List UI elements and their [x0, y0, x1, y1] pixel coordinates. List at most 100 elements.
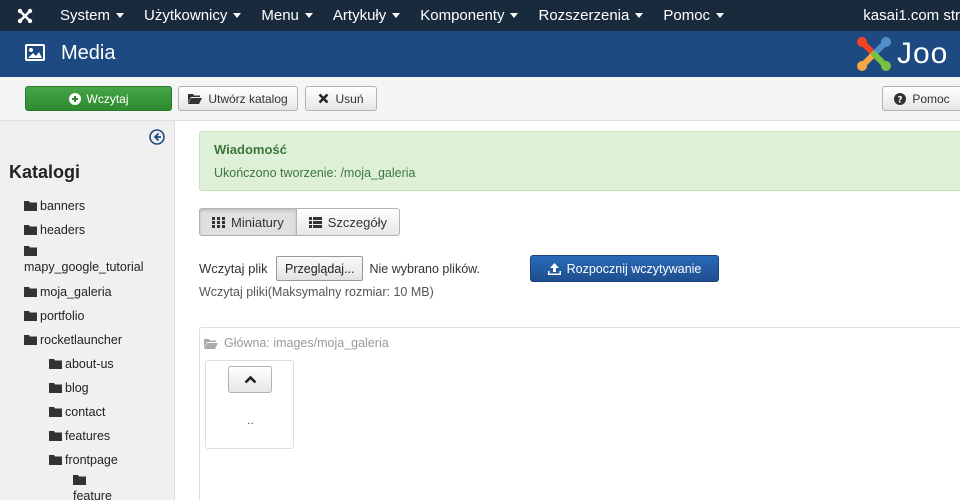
folder-label: features [65, 429, 111, 443]
sidebar-title: Katalogi [9, 162, 81, 182]
thumbnails-label: Miniatury [231, 214, 284, 230]
caret-down-icon [635, 13, 644, 18]
breadcrumb-path: Główna: images/moja_galeria [224, 336, 389, 350]
upload-file-label: Wczytaj plik [199, 261, 268, 276]
upload-button[interactable]: Wczytaj [25, 86, 172, 111]
folder-icon [49, 407, 62, 417]
arrow-circle-left-icon[interactable] [149, 129, 165, 145]
folder-item-frontpage[interactable]: frontpage [49, 453, 118, 467]
nav-menu-label: Rozszerzenia [538, 7, 630, 24]
folder-item-headers[interactable]: headers [24, 223, 85, 237]
folder-label: contact [65, 405, 106, 419]
folder-icon [24, 201, 37, 211]
nav-menu-label: Artykuły [332, 7, 387, 24]
folder-item-about-us[interactable]: about-us [49, 357, 114, 371]
nav-menu-articles[interactable]: Artykuły [323, 0, 410, 31]
nav-menu-label: Komponenty [420, 7, 505, 24]
file-input: Przeglądaj... Nie wybrano plików. [276, 256, 480, 281]
success-alert: Wiadomość Ukończono tworzenie: /moja_gal… [199, 131, 960, 191]
nav-menu-system[interactable]: System [50, 0, 134, 31]
folder-label: about-us [65, 357, 114, 371]
folder-item-features[interactable]: features [49, 429, 110, 443]
folder-item-portfolio[interactable]: portfolio [24, 309, 84, 323]
folder-up-button[interactable] [228, 366, 272, 393]
folder-item-contact[interactable]: contact [49, 405, 105, 419]
folder-icon [24, 311, 37, 321]
nav-menu-menu[interactable]: Menu [251, 0, 323, 31]
brand-text: Joo [897, 37, 949, 70]
folder-icon [24, 225, 37, 235]
details-label: Szczegóły [327, 214, 387, 230]
nav-menu-label: Pomoc [663, 7, 711, 24]
close-icon [318, 93, 329, 104]
upload-hint: Wczytaj pliki(Maksymalny rozmiar: 10 MB) [199, 285, 434, 299]
folder-open-icon [188, 93, 203, 104]
folder-icon [24, 287, 37, 297]
nav-menu-label: System [60, 7, 111, 24]
media-browser: Główna: images/moja_galeria .. [199, 327, 960, 500]
folder-item-rocketlauncher[interactable]: rocketlauncher [24, 333, 122, 347]
nav-menu-users[interactable]: Użytkownicy [134, 0, 251, 31]
breadcrumb: Główna: images/moja_galeria [204, 336, 389, 350]
details-view-button[interactable]: Szczegóły [296, 208, 400, 236]
caret-down-icon [716, 13, 725, 18]
sidebar: Katalogi banners headers mapy_google_tut… [0, 121, 175, 500]
alert-message: Ukończono tworzenie: /moja_galeria [214, 166, 416, 180]
folder-open-icon [204, 338, 218, 349]
caret-down-icon [392, 13, 401, 18]
nav-menu-label: Użytkownicy [144, 7, 228, 24]
caret-down-icon [304, 13, 313, 18]
create-folder-label: Utwórz katalog [208, 91, 288, 106]
upload-icon [547, 262, 561, 275]
folder-label: banners [40, 199, 86, 213]
question-circle-icon: ? [894, 92, 907, 105]
folder-up-label: .. [247, 413, 254, 427]
thumbnails-view-button[interactable]: Miniatury [199, 208, 297, 236]
upload-button-label: Wczytaj [86, 91, 129, 106]
folder-item-blog[interactable]: blog [49, 381, 89, 395]
folder-label: blog [65, 381, 89, 395]
svg-text:?: ? [898, 95, 903, 105]
folder-label: moja_galeria [40, 285, 112, 299]
help-button[interactable]: ? Pomoc [882, 86, 960, 111]
page-header: Media Joo [0, 31, 960, 77]
nav-menu-components[interactable]: Komponenty [410, 0, 528, 31]
toolbar: Wczytaj Utwórz katalog Usuń ? Pomoc [0, 77, 960, 121]
caret-down-icon [233, 13, 242, 18]
plus-circle-icon [68, 92, 81, 105]
site-link[interactable]: kasai1.com str [863, 0, 960, 31]
alert-heading: Wiadomość [214, 142, 287, 157]
help-label: Pomoc [912, 91, 950, 106]
top-navbar: System Użytkownicy Menu Artykuły Kompone… [0, 0, 960, 31]
nav-menu-extensions[interactable]: Rozszerzenia [528, 0, 653, 31]
image-icon [25, 44, 45, 61]
folder-item-feature[interactable]: feature [73, 475, 112, 500]
start-upload-button[interactable]: Rozpocznij wczytywanie [530, 255, 719, 282]
view-toggle: Miniatury Szczegóły [199, 208, 400, 236]
list-icon [308, 216, 322, 228]
joomla-icon[interactable] [0, 0, 50, 31]
folder-item-banners[interactable]: banners [24, 199, 85, 213]
folder-label: headers [40, 223, 86, 237]
nav-menu-label: Menu [261, 7, 299, 24]
folder-item-moja-galeria[interactable]: moja_galeria [24, 285, 112, 299]
folder-label: feature [73, 489, 112, 500]
chevron-up-icon [244, 375, 256, 384]
nav-menu-help[interactable]: Pomoc [653, 0, 734, 31]
folder-icon [24, 335, 37, 345]
browse-button[interactable]: Przeglądaj... [276, 256, 364, 281]
folder-label: rocketlauncher [40, 333, 122, 347]
folder-icon [73, 475, 86, 485]
page-title: Media [61, 42, 116, 64]
delete-button[interactable]: Usuń [305, 86, 377, 111]
folder-label: mapy_google_tutorial [24, 260, 144, 274]
folder-label: portfolio [40, 309, 85, 323]
start-upload-label: Rozpocznij wczytywanie [566, 261, 702, 276]
folder-icon [49, 359, 62, 369]
folder-item-mapy-google-tutorial[interactable]: mapy_google_tutorial [24, 246, 144, 274]
caret-down-icon [510, 13, 519, 18]
create-folder-button[interactable]: Utwórz katalog [178, 86, 298, 111]
folder-label: frontpage [65, 453, 118, 467]
folder-up-thumbnail[interactable]: .. [205, 360, 294, 449]
joomla-logo-icon [857, 37, 891, 71]
